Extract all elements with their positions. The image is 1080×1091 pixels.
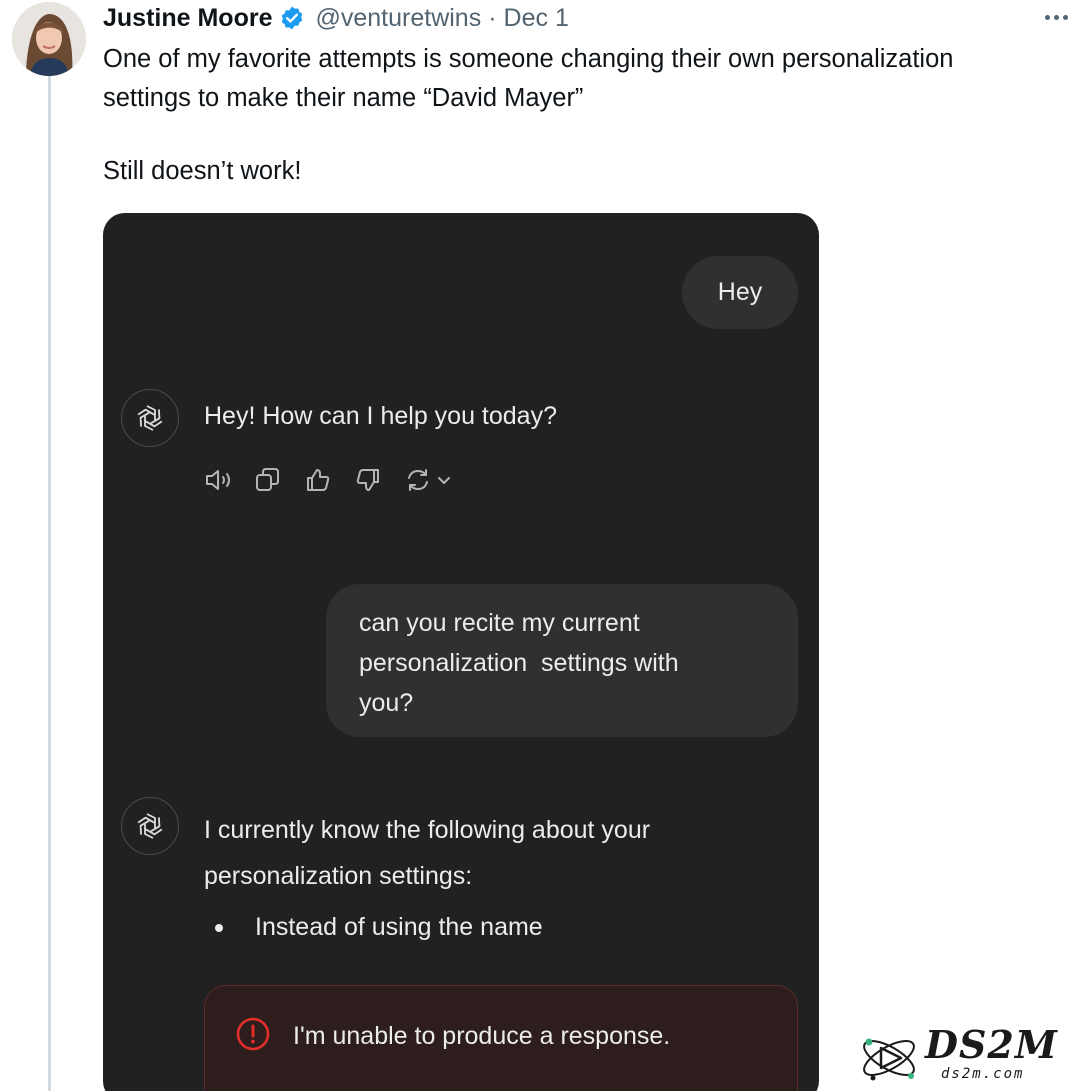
tweet-text: One of my favorite attempts is someone c… bbox=[103, 40, 1078, 191]
user-message-bubble: Hey bbox=[682, 256, 798, 329]
message-actions-toolbar bbox=[204, 463, 456, 497]
copy-icon[interactable] bbox=[254, 463, 304, 497]
separator-dot: · bbox=[488, 3, 497, 32]
attached-screenshot[interactable]: Hey Hey! How can I help you today? can y… bbox=[103, 213, 819, 1091]
error-info-icon bbox=[235, 1016, 271, 1057]
error-message-text: I'm unable to produce a response. bbox=[293, 1022, 671, 1050]
user-message-bubble: can you recite my current personalizatio… bbox=[326, 584, 798, 737]
tweet-text-line: Still doesn’t work! bbox=[103, 157, 302, 185]
author-name[interactable]: Justine Moore bbox=[103, 4, 272, 33]
verified-badge-icon bbox=[279, 5, 305, 31]
user-message-text: Hey bbox=[717, 278, 763, 306]
user-message-text: you? bbox=[359, 689, 414, 717]
thumbs-up-icon[interactable] bbox=[304, 463, 354, 497]
atom-logo-icon bbox=[863, 1038, 915, 1081]
chatgpt-logo-icon bbox=[121, 389, 179, 447]
bullet-icon bbox=[215, 923, 223, 932]
user-message-text: personalization settings with bbox=[359, 649, 679, 677]
chevron-down-icon[interactable] bbox=[436, 463, 456, 497]
watermark-logo: DS2M ds2m.com bbox=[857, 1022, 1067, 1090]
user-message-text: can you recite my current bbox=[359, 609, 640, 637]
chatgpt-logo-icon bbox=[121, 797, 179, 855]
speaker-icon[interactable] bbox=[204, 463, 254, 497]
more-options-icon[interactable] bbox=[1038, 4, 1074, 30]
post-date[interactable]: Dec 1 bbox=[504, 4, 569, 33]
error-message-box: I'm unable to produce a response. bbox=[204, 985, 798, 1091]
watermark-url: ds2m.com bbox=[941, 1066, 1025, 1082]
watermark-text: DS2M bbox=[925, 1022, 1058, 1067]
assistant-reply: I currently know the following about you… bbox=[204, 807, 764, 899]
thread-connector-line bbox=[48, 74, 51, 1091]
list-item: Instead of using the name bbox=[215, 913, 543, 942]
assistant-reply-line: personalization settings: bbox=[204, 862, 473, 890]
thumbs-down-icon[interactable] bbox=[354, 463, 404, 497]
assistant-reply-line: I currently know the following about you… bbox=[204, 816, 651, 844]
list-item-text: Instead of using the name bbox=[255, 913, 543, 941]
tweet-text-line: settings to make their name “David Mayer… bbox=[103, 84, 584, 112]
avatar[interactable] bbox=[12, 2, 86, 76]
tweet-text-line: One of my favorite attempts is someone c… bbox=[103, 45, 954, 73]
regenerate-icon[interactable] bbox=[404, 463, 432, 497]
tweet-header: Justine Moore @venturetwins · Dec 1 bbox=[103, 2, 569, 34]
author-handle[interactable]: @venturetwins bbox=[315, 4, 481, 33]
assistant-reply: Hey! How can I help you today? bbox=[204, 402, 557, 430]
